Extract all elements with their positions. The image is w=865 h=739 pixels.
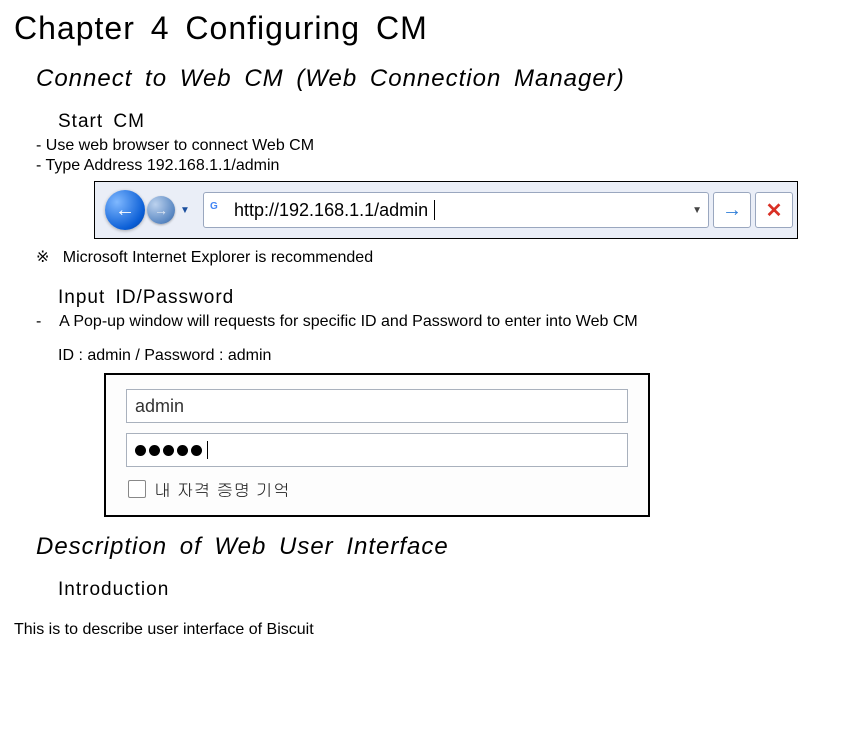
text-caret xyxy=(434,200,435,220)
forward-button[interactable]: → xyxy=(147,196,175,224)
password-dot-icon xyxy=(191,445,202,456)
chevron-down-icon: ▼ xyxy=(180,205,190,216)
password-field[interactable] xyxy=(126,433,628,467)
subsection-input-id: Input ID/Password xyxy=(58,287,851,309)
popup-desc-line: - A Pop-up window will requests for spec… xyxy=(36,313,851,331)
back-button[interactable]: ← xyxy=(105,190,145,230)
google-favicon-icon: G xyxy=(210,201,228,219)
ie-note: ※ Microsoft Internet Explorer is recomme… xyxy=(36,247,851,267)
close-icon: ✕ xyxy=(766,198,783,223)
chapter-title: Chapter 4 Configuring CM xyxy=(14,10,851,47)
password-dot-icon xyxy=(149,445,160,456)
arrow-right-icon: → xyxy=(154,202,168,218)
intro-text: This is to describe user interface of Bi… xyxy=(14,621,851,639)
subsection-start-cm: Start CM xyxy=(58,111,851,133)
remember-credentials-row: 내 자격 증명 기억 xyxy=(128,477,628,501)
nav-buttons-group: ← → ▼ xyxy=(95,182,203,238)
arrow-go-icon: → xyxy=(722,199,742,222)
section-connect-title: Connect to Web CM (Web Connection Manage… xyxy=(36,65,851,93)
login-popup-screenshot: admin 내 자격 증명 기억 xyxy=(104,373,851,517)
note-symbol: ※ xyxy=(36,249,49,266)
address-url-text: http://192.168.1.1/admin xyxy=(234,200,428,221)
password-dot-icon xyxy=(177,445,188,456)
credentials-line: ID : admin / Password : admin xyxy=(58,347,851,365)
nav-history-dropdown[interactable]: ▼ xyxy=(177,190,193,230)
section-description-title: Description of Web User Interface xyxy=(36,533,851,561)
start-cm-line-1: Use web browser to connect Web CM xyxy=(36,137,851,155)
addressbar-screenshot: ← → ▼ G http://192.168.1.1/admin ▼ → ✕ xyxy=(94,181,851,239)
address-dropdown-icon[interactable]: ▼ xyxy=(692,205,702,216)
remember-label: 내 자격 증명 기억 xyxy=(154,477,290,501)
username-value: admin xyxy=(135,396,184,417)
address-input[interactable]: G http://192.168.1.1/admin ▼ xyxy=(203,192,709,228)
go-button[interactable]: → xyxy=(713,192,751,228)
subsection-introduction: Introduction xyxy=(58,579,851,601)
note-text: Microsoft Internet Explorer is recommend… xyxy=(63,249,373,266)
text-caret xyxy=(207,441,208,459)
arrow-left-icon: ← xyxy=(115,199,135,222)
password-dot-icon xyxy=(135,445,146,456)
popup-desc-text: A Pop-up window will requests for specif… xyxy=(59,313,638,330)
remember-checkbox[interactable] xyxy=(128,480,146,498)
dash-bullet: - xyxy=(36,313,41,330)
start-cm-line-2: Type Address 192.168.1.1/admin xyxy=(36,157,851,175)
password-dot-icon xyxy=(163,445,174,456)
username-field[interactable]: admin xyxy=(126,389,628,423)
stop-button[interactable]: ✕ xyxy=(755,192,793,228)
